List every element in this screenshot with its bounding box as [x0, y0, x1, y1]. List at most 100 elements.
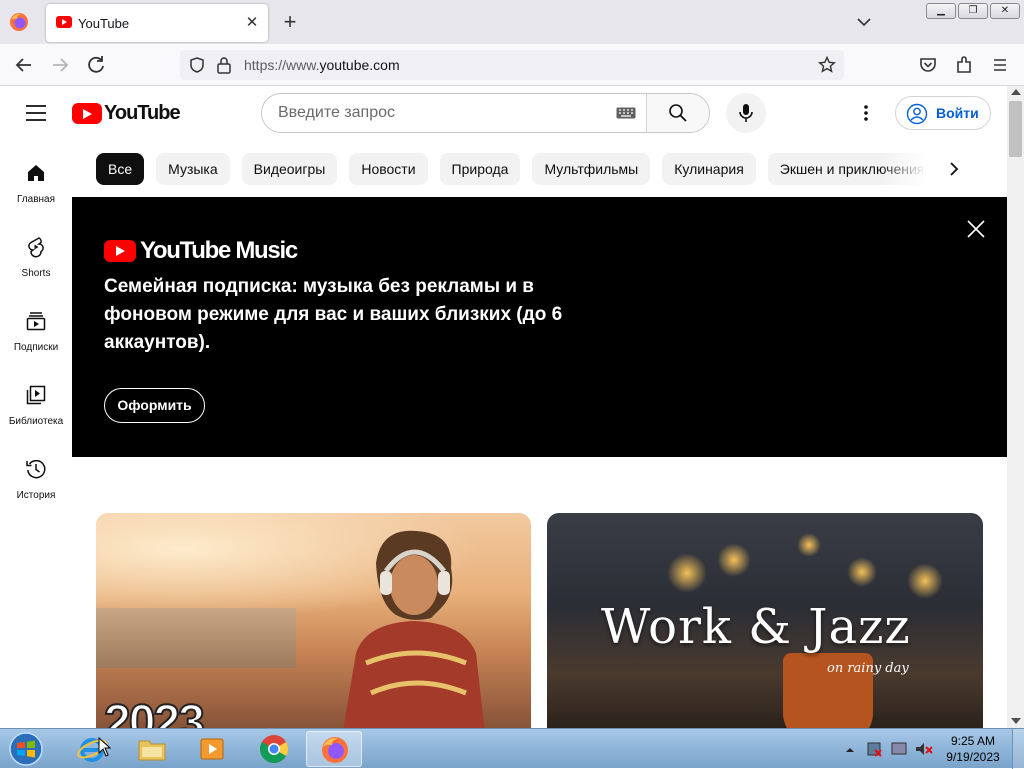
url-bar[interactable]: https://www.youtube.com: [180, 50, 844, 80]
search-icon: [669, 104, 687, 122]
url-text[interactable]: https://www.youtube.com: [244, 57, 400, 73]
bokeh-light: [717, 543, 751, 577]
pocket-icon[interactable]: [916, 53, 940, 77]
clock-time: 9:25 AM: [950, 734, 996, 748]
tab-title: YouTube: [78, 16, 130, 31]
window-controls: ▁ ❐ ✕: [926, 3, 1020, 21]
tab-youtube[interactable]: YouTube ✕: [46, 4, 268, 42]
thumbnail-subtitle-text: on rainy day: [827, 661, 909, 676]
library-icon: [26, 385, 46, 405]
youtube-logo[interactable]: YouTube: [72, 101, 181, 124]
shield-icon[interactable]: [188, 56, 206, 74]
minimize-button[interactable]: ▁: [926, 3, 956, 19]
sign-in-button[interactable]: Войти: [895, 96, 991, 130]
windows-taskbar: 9:25 AM 9/19/2023: [0, 728, 1024, 769]
chip-videogames[interactable]: Видеоигры: [241, 153, 338, 185]
taskbar-firefox[interactable]: [306, 731, 362, 767]
close-window-button[interactable]: ✕: [990, 3, 1020, 19]
youtube-music-logo-icon: [104, 240, 136, 262]
home-icon: [28, 165, 44, 181]
guide-menu-icon[interactable]: [24, 104, 48, 122]
restore-button[interactable]: ❐: [958, 3, 988, 19]
subscribe-offer-button[interactable]: Оформить: [104, 388, 205, 423]
chip-news[interactable]: Новости: [349, 153, 428, 185]
keyboard-icon[interactable]: [616, 107, 636, 119]
firefox-icon: [322, 737, 348, 763]
chevron-right-icon[interactable]: [944, 159, 964, 179]
subscriptions-icon: [26, 312, 46, 331]
clock-date: 9/19/2023: [946, 750, 1000, 764]
tab-close-icon[interactable]: ✕: [242, 13, 262, 33]
firefox-menu-icon[interactable]: [8, 11, 30, 33]
sidebar-item-label: История: [16, 490, 56, 501]
scroll-down-arrow-icon[interactable]: [1011, 718, 1021, 724]
youtube-music-promo-banner: YouTube Music Семейная подписка: музыка …: [72, 197, 1007, 457]
chip-all[interactable]: Все: [96, 153, 145, 185]
sidebar-item-history[interactable]: История: [0, 452, 72, 522]
microphone-icon: [739, 104, 753, 122]
thumbnail-year-text: 2023: [103, 695, 206, 728]
sidebar-item-library[interactable]: Библиотека: [0, 378, 72, 448]
chip-cartoons[interactable]: Мультфильмы: [532, 153, 651, 185]
taskbar-clock[interactable]: 9:25 AM 9/19/2023: [942, 733, 1004, 765]
promo-description: Семейная подписка: музыка без рекламы и …: [104, 276, 563, 353]
network-icon[interactable]: [891, 742, 907, 755]
system-tray: [846, 742, 933, 757]
new-tab-button[interactable]: +: [278, 10, 302, 34]
show-hidden-icons-icon[interactable]: [846, 748, 854, 752]
media-player-icon: [200, 738, 224, 760]
bokeh-light: [847, 557, 877, 587]
reload-icon[interactable]: [84, 53, 108, 77]
back-arrow-icon[interactable]: [12, 53, 36, 77]
extensions-icon[interactable]: [952, 53, 976, 77]
volume-muted-icon[interactable]: [916, 743, 924, 755]
url-domain: youtube.com: [319, 57, 400, 73]
show-desktop-button[interactable]: [1012, 729, 1024, 769]
youtube-page: YouTube Войти: [0, 86, 1024, 728]
dj-person-image: [343, 530, 485, 728]
bokeh-light: [797, 533, 821, 557]
sidebar-item-shorts[interactable]: Shorts: [0, 230, 72, 300]
thumbnail-title-text: Work & Jazz: [601, 599, 911, 655]
windows-start-button[interactable]: [6, 731, 46, 767]
youtube-music-logo-text: YouTube Music: [140, 237, 298, 264]
search-button[interactable]: [646, 94, 709, 132]
thumbnail-city-rooftops: [96, 608, 296, 668]
chip-cooking[interactable]: Кулинария: [662, 153, 756, 185]
sidebar-item-subscriptions[interactable]: Подписки: [0, 304, 72, 374]
youtube-logo-text: YouTube: [104, 101, 181, 124]
tab-strip: YouTube ✕ + ▁ ❐ ✕: [0, 0, 1024, 44]
taskbar-media-player[interactable]: [184, 731, 240, 767]
sidebar-item-home[interactable]: Главная: [0, 156, 72, 226]
sidebar-item-label: Библиотека: [8, 416, 64, 427]
sidebar-item-label: Shorts: [21, 268, 51, 279]
sidebar-item-label: Главная: [16, 194, 56, 205]
video-thumbnail[interactable]: 2023: [96, 513, 531, 728]
settings-more-icon[interactable]: [856, 103, 876, 123]
shorts-icon: [28, 237, 44, 258]
chip-music[interactable]: Музыка: [156, 153, 230, 185]
chips-fade-overlay: [880, 153, 946, 185]
lock-icon[interactable]: [216, 56, 232, 74]
bokeh-light: [667, 553, 707, 593]
youtube-logo-icon: [72, 102, 102, 124]
youtube-music-logo: YouTube Music: [104, 237, 298, 265]
scrollbar-thumb[interactable]: [1009, 101, 1022, 157]
page-scrollbar[interactable]: [1007, 86, 1024, 728]
chip-nature[interactable]: Природа: [439, 153, 521, 185]
app-menu-icon[interactable]: [988, 53, 1012, 77]
folder-icon: [138, 740, 166, 761]
taskbar-chrome[interactable]: [246, 731, 302, 767]
voice-search-button[interactable]: [726, 93, 766, 133]
search-input[interactable]: [262, 94, 647, 132]
bookmark-star-icon[interactable]: [818, 56, 836, 74]
navigation-toolbar: https://www.youtube.com: [0, 44, 1024, 86]
video-thumbnail[interactable]: Work & Jazz on rainy day: [547, 513, 983, 728]
search-box: [261, 93, 710, 133]
scroll-up-arrow-icon[interactable]: [1011, 89, 1021, 95]
close-icon[interactable]: [965, 218, 987, 240]
forward-arrow-icon[interactable]: [48, 53, 72, 77]
chrome-icon: [260, 735, 288, 763]
taskbar-file-explorer[interactable]: [124, 731, 180, 767]
list-all-tabs-icon[interactable]: [852, 12, 876, 32]
